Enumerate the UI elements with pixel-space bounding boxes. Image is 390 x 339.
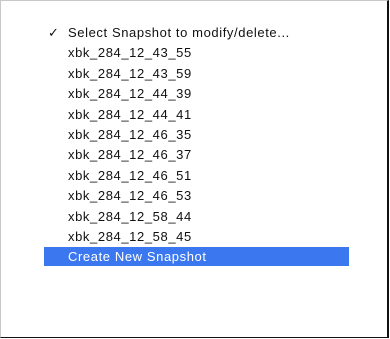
menu-item-snapshot[interactable]: xbk_284_12_46_37 [1,145,387,165]
menu-item-snapshot[interactable]: xbk_284_12_58_44 [1,207,387,227]
menu-item-snapshot[interactable]: xbk_284_12_43_55 [1,43,387,63]
menu-item-snapshot[interactable]: xbk_284_12_46_51 [1,166,387,186]
menu-item-select-snapshot[interactable]: ✓ Select Snapshot to modify/delete... [1,23,387,43]
snapshot-popup-menu: ✓ Select Snapshot to modify/delete... xb… [0,0,389,338]
menu-item-label: Select Snapshot to modify/delete... [68,25,290,40]
menu-item-snapshot[interactable]: xbk_284_12_58_45 [1,227,387,247]
create-new-snapshot-item[interactable]: Create New Snapshot [44,247,349,267]
menu-item-snapshot[interactable]: xbk_284_12_46_53 [1,186,387,206]
menu-item-snapshot[interactable]: xbk_284_12_43_59 [1,64,387,84]
menu-item-snapshot[interactable]: xbk_284_12_46_35 [1,125,387,145]
checkmark-icon: ✓ [48,25,60,40]
menu-item-snapshot[interactable]: xbk_284_12_44_39 [1,84,387,104]
snapshot-menu-list: ✓ Select Snapshot to modify/delete... xb… [1,23,387,267]
menu-item-snapshot[interactable]: xbk_284_12_44_41 [1,105,387,125]
